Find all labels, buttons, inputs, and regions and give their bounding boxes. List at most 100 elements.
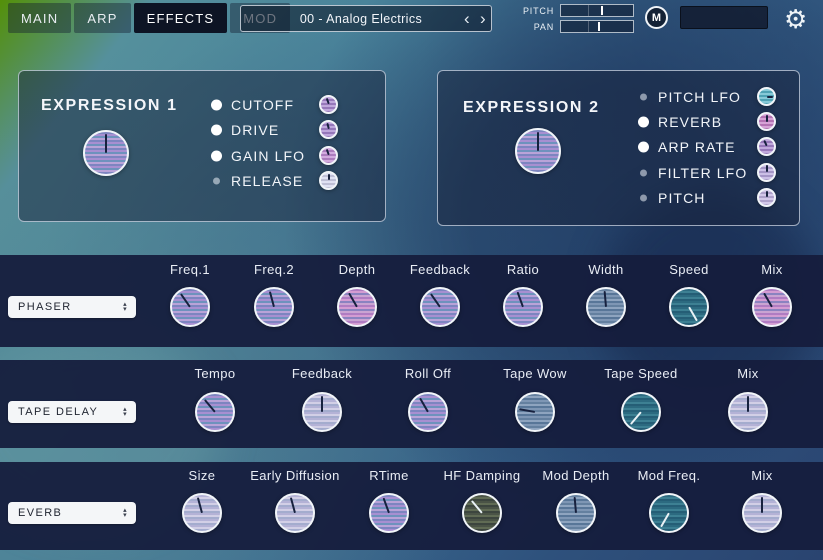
pitch-slider[interactable] — [560, 4, 634, 17]
radio-dot[interactable] — [211, 125, 222, 136]
tab-effects[interactable]: EFFECTS — [134, 3, 228, 33]
pan-slider[interactable] — [560, 20, 634, 33]
phaser-row: PHASER▴▾Freq.1Freq.2DepthFeedbackRatioWi… — [0, 255, 823, 347]
pan-slider-thumb[interactable] — [598, 22, 600, 31]
knob-depth[interactable] — [337, 287, 377, 327]
knob-needle — [517, 291, 524, 307]
preset-selector[interactable]: 00 - Analog Electrics ‹ › — [240, 5, 492, 32]
knob-needle — [430, 293, 441, 307]
expression-mini-knob-filter-lfo[interactable] — [757, 163, 776, 182]
expression-2-knob[interactable] — [515, 128, 561, 174]
radio-dot[interactable] — [640, 94, 647, 101]
radio-dot[interactable] — [638, 142, 649, 153]
radio-dot[interactable] — [638, 117, 649, 128]
knob-needle — [574, 497, 577, 513]
expression-item-label: GAIN LFO — [231, 148, 305, 164]
knob-needle — [766, 115, 768, 122]
radio-dot[interactable] — [211, 100, 222, 111]
preset-name[interactable]: 00 - Analog Electrics — [241, 12, 459, 26]
knob-mix[interactable] — [752, 287, 792, 327]
slider-center-mark — [588, 5, 589, 16]
preset-prev-icon[interactable]: ‹ — [459, 6, 475, 31]
knob-label-mix: Mix — [712, 262, 823, 277]
everb-row: EVERB▴▾SizeEarly DiffusionRTimeHF Dampin… — [0, 462, 823, 550]
pan-slider-row: PAN — [518, 20, 634, 33]
knob-needle — [604, 291, 607, 307]
tab-main[interactable]: MAIN — [8, 3, 71, 33]
knob-roll-off[interactable] — [408, 392, 448, 432]
expression-mini-knob-arp-rate[interactable] — [757, 137, 776, 156]
knob-size[interactable] — [182, 493, 222, 533]
pitch-slider-thumb[interactable] — [601, 6, 603, 15]
knob-freq-1[interactable] — [170, 287, 210, 327]
knob-needle — [537, 132, 539, 150]
knob-feedback[interactable] — [420, 287, 460, 327]
expression-item-arp-rate[interactable]: ARP RATE — [638, 137, 780, 157]
radio-dot[interactable] — [213, 177, 220, 184]
knob-width[interactable] — [586, 287, 626, 327]
knob-needle — [269, 291, 275, 307]
expression-item-cutoff[interactable]: CUTOFF — [211, 95, 342, 115]
expression-mini-knob-reverb[interactable] — [757, 112, 776, 131]
knob-rtime[interactable] — [369, 493, 409, 533]
everb-selector[interactable]: EVERB▴▾ — [8, 502, 136, 524]
expression-item-label: PITCH — [658, 190, 706, 206]
knob-needle — [766, 165, 768, 172]
expression-item-filter-lfo[interactable]: FILTER LFO — [638, 163, 780, 183]
knob-needle — [321, 396, 323, 412]
knob-tape-speed[interactable] — [621, 392, 661, 432]
expression-1-knob[interactable] — [83, 130, 129, 176]
knob-freq-2[interactable] — [254, 287, 294, 327]
knob-early-diffusion[interactable] — [275, 493, 315, 533]
phaser-selector[interactable]: PHASER▴▾ — [8, 296, 136, 318]
radio-dot[interactable] — [211, 150, 222, 161]
knob-mix[interactable] — [728, 392, 768, 432]
expression-item-gain-lfo[interactable]: GAIN LFO — [211, 146, 342, 166]
knob-tape-wow[interactable] — [515, 392, 555, 432]
knob-needle — [766, 191, 768, 198]
expression-mini-knob-gain-lfo[interactable] — [319, 146, 338, 165]
knob-needle — [328, 174, 330, 181]
knob-needle — [471, 500, 483, 513]
knob-label-roll-off: Roll Off — [368, 366, 488, 381]
knob-speed[interactable] — [669, 287, 709, 327]
radio-dot[interactable] — [640, 169, 647, 176]
gear-icon[interactable]: ⚙ — [784, 2, 807, 36]
expression-item-drive[interactable]: DRIVE — [211, 120, 342, 140]
knob-needle — [747, 396, 749, 412]
expression-item-pitch[interactable]: PITCH — [638, 188, 780, 208]
knob-hf-damping[interactable] — [462, 493, 502, 533]
knob-needle — [660, 513, 670, 528]
expression-mini-knob-drive[interactable] — [319, 120, 338, 139]
expression-1-title: EXPRESSION 1 — [41, 97, 178, 115]
output-display — [680, 6, 768, 29]
knob-needle — [767, 96, 774, 98]
knob-mix[interactable] — [742, 493, 782, 533]
expression-item-release[interactable]: RELEASE — [211, 171, 342, 191]
knob-needle — [325, 98, 329, 105]
expression-mini-knob-cutoff[interactable] — [319, 95, 338, 114]
midi-button[interactable]: M — [645, 6, 668, 29]
expression-mini-knob-release[interactable] — [319, 171, 338, 190]
knob-tempo[interactable] — [195, 392, 235, 432]
expression-item-reverb[interactable]: REVERB — [638, 112, 780, 132]
expression-mini-knob-pitch[interactable] — [757, 188, 776, 207]
expression-item-label: CUTOFF — [231, 97, 294, 113]
knob-needle — [763, 292, 773, 307]
selector-arrows-icon: ▴▾ — [123, 407, 128, 417]
knob-needle — [197, 497, 203, 513]
tab-arp[interactable]: ARP — [74, 3, 130, 33]
expression-item-pitch-lfo[interactable]: PITCH LFO — [638, 87, 780, 107]
preset-next-icon[interactable]: › — [475, 6, 491, 31]
knob-mod-freq[interactable] — [649, 493, 689, 533]
knob-feedback[interactable] — [302, 392, 342, 432]
selector-arrows-icon: ▴▾ — [123, 302, 128, 312]
expression-mini-knob-pitch-lfo[interactable] — [757, 87, 776, 106]
knob-ratio[interactable] — [503, 287, 543, 327]
selector-arrows-icon: ▴▾ — [123, 508, 128, 518]
radio-dot[interactable] — [640, 194, 647, 201]
tape-delay-selector[interactable]: TAPE DELAY▴▾ — [8, 401, 136, 423]
knob-mod-depth[interactable] — [556, 493, 596, 533]
knob-needle — [180, 293, 191, 307]
pan-label: PAN — [518, 22, 554, 32]
